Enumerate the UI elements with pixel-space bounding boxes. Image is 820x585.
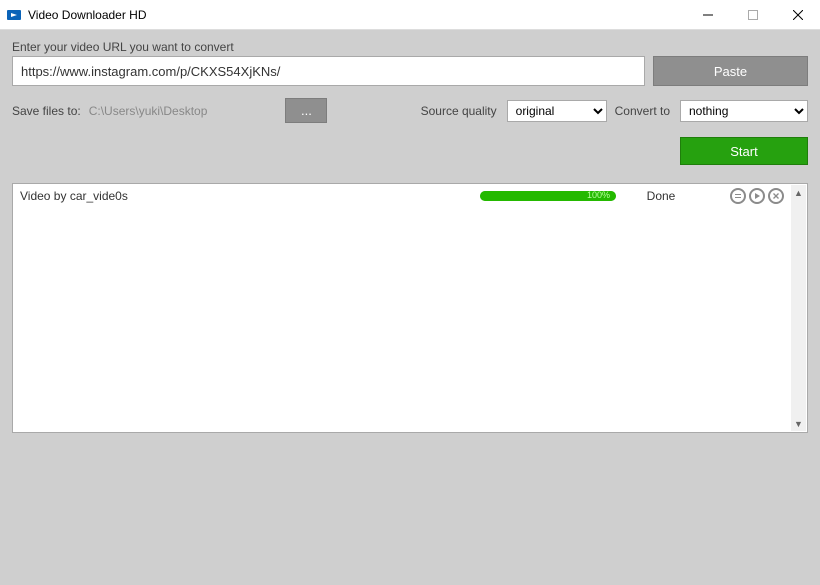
- options-row: Save files to: C:\Users\yuki\Desktop ...…: [12, 98, 808, 123]
- progress-text: 100%: [587, 191, 610, 200]
- source-quality-label: Source quality: [421, 104, 497, 118]
- url-label: Enter your video URL you want to convert: [12, 40, 808, 54]
- window-buttons: [685, 0, 820, 29]
- start-button[interactable]: Start: [680, 137, 808, 165]
- maximize-button[interactable]: [730, 0, 775, 29]
- list-item: Video by car_vide0s 100% Done: [14, 185, 790, 207]
- downloads-list: Video by car_vide0s 100% Done: [12, 183, 808, 433]
- quality-select[interactable]: original: [507, 100, 607, 122]
- item-status: Done: [626, 189, 696, 203]
- close-button[interactable]: [775, 0, 820, 29]
- play-icon[interactable]: [749, 188, 765, 204]
- window-title: Video Downloader HD: [28, 8, 685, 22]
- scroll-up-icon[interactable]: ▲: [791, 185, 806, 200]
- browse-button[interactable]: ...: [285, 98, 327, 123]
- convert-select[interactable]: nothing: [680, 100, 808, 122]
- convert-label: Convert to: [615, 104, 670, 118]
- content-area: Enter your video URL you want to convert…: [0, 30, 820, 585]
- progress-bar: 100%: [480, 191, 616, 201]
- url-input[interactable]: [12, 56, 645, 86]
- titlebar: Video Downloader HD: [0, 0, 820, 30]
- delete-icon[interactable]: [768, 188, 784, 204]
- scrollbar[interactable]: ▲ ▼: [791, 185, 806, 431]
- save-label: Save files to:: [12, 104, 81, 118]
- url-row: Paste: [12, 56, 808, 86]
- item-title: Video by car_vide0s: [20, 189, 480, 203]
- scroll-down-icon[interactable]: ▼: [791, 416, 806, 431]
- open-folder-icon[interactable]: [730, 188, 746, 204]
- item-actions: [730, 188, 784, 204]
- app-icon: [6, 7, 22, 23]
- paste-button[interactable]: Paste: [653, 56, 808, 86]
- save-path: C:\Users\yuki\Desktop: [89, 104, 208, 118]
- start-row: Start: [12, 137, 808, 165]
- minimize-button[interactable]: [685, 0, 730, 29]
